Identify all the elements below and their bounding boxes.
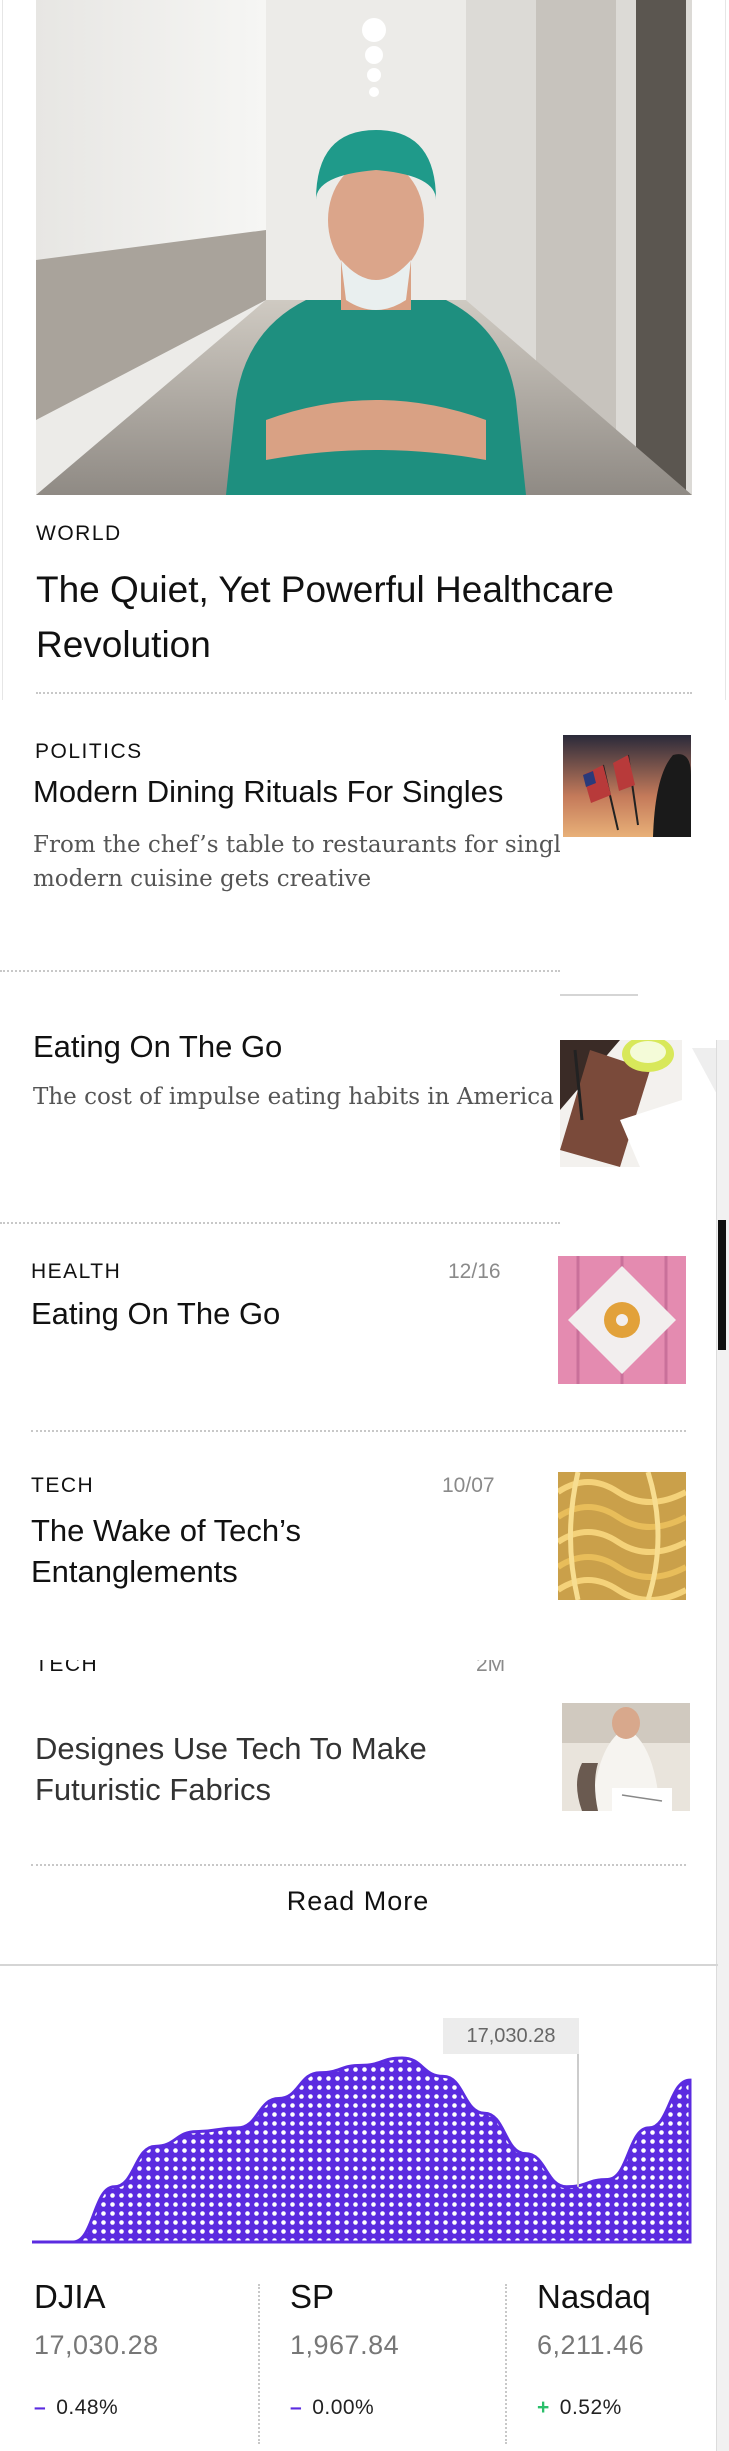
stat-name: SP — [290, 2278, 335, 2315]
article-thumbnail — [560, 1040, 682, 1167]
stat-value: 17,030.28 — [34, 2330, 159, 2360]
plus-icon: + — [537, 2396, 550, 2419]
fork-and-plate-icon — [560, 1040, 682, 1167]
article-description: From the chef’s table to restaurants for… — [33, 828, 560, 896]
hero-title-line1: The Quiet, Yet Powerful Healthcare — [36, 569, 614, 610]
stat-name: DJIA — [34, 2278, 106, 2315]
article-title: Eating On The Go — [31, 1296, 281, 1331]
stat-divider — [505, 2284, 507, 2444]
stat-djia[interactable]: DJIA 17,030.28 –0.48% — [34, 2246, 254, 2446]
page-edge-marker — [718, 1220, 726, 1350]
article-title-line2: Entanglements — [31, 1554, 238, 1589]
hero-category: WORLD — [36, 522, 122, 545]
divider — [36, 692, 692, 694]
minus-icon: – — [290, 2396, 303, 2419]
list-item[interactable]: Eating On The Go The cost of impulse eat… — [0, 972, 729, 1224]
read-more-button[interactable]: Read More — [0, 1886, 716, 1917]
stat-divider — [258, 2284, 260, 2444]
list-item[interactable]: TECH 2M Designes Use Tech To Make Futuri… — [0, 1660, 716, 1866]
hero-title[interactable]: The Quiet, Yet Powerful Healthcare Revol… — [36, 562, 614, 672]
article-description-line1: From the chef’s table to restaurants for… — [33, 832, 560, 858]
stat-change: –0.00% — [290, 2396, 374, 2420]
hero-image[interactable] — [36, 0, 692, 495]
article-thumbnail — [558, 1472, 686, 1600]
article-title-line1: The Wake of Tech’s — [31, 1513, 301, 1548]
market-stats: DJIA 17,030.28 –0.48% SP 1,967.84 –0.00%… — [0, 2246, 716, 2451]
article-title: Eating On The Go — [33, 1029, 283, 1064]
flags-at-sunset-icon — [563, 735, 691, 837]
stat-nasdaq[interactable]: Nasdaq 6,211.46 +0.52% — [537, 2246, 712, 2446]
stat-change: +0.52% — [537, 2396, 622, 2420]
stat-name: Nasdaq — [537, 2278, 651, 2315]
list-item[interactable]: HEALTH 12/16 Eating On The Go — [0, 1224, 716, 1432]
article-title-line2: Futuristic Fabrics — [35, 1772, 271, 1807]
donut-icon — [558, 1256, 686, 1384]
designer-sketching-icon — [562, 1703, 690, 1811]
chart-area — [32, 2056, 692, 2244]
article-title-line1: Designes Use Tech To Make — [35, 1731, 427, 1766]
stat-change-value: 0.52% — [559, 2396, 622, 2419]
market-area-chart — [32, 2054, 692, 2244]
pasta-icon — [558, 1472, 686, 1600]
article-description-line2: modern cuisine gets creative — [33, 866, 372, 892]
article-thumbnail — [558, 1256, 686, 1384]
article-title: Modern Dining Rituals For Singles — [33, 774, 504, 809]
article-category: TECH — [31, 1474, 95, 1497]
stat-change-value: 0.48% — [56, 2396, 119, 2419]
article-thumbnail — [562, 1703, 690, 1811]
stat-value: 1,967.84 — [290, 2330, 400, 2360]
article-description: The cost of impulse eating habits in Ame… — [33, 1084, 554, 1110]
chart-tooltip: 17,030.28 — [443, 2018, 579, 2054]
article-title: Designes Use Tech To Make Futuristic Fab… — [35, 1728, 427, 1810]
nurse-in-hallway-photo — [36, 0, 692, 495]
stat-change-value: 0.00% — [312, 2396, 375, 2419]
article-category: TECH — [35, 1660, 99, 1676]
list-item[interactable]: POLITICS Modern Dining Rituals For Singl… — [0, 700, 729, 996]
stat-sp[interactable]: SP 1,967.84 –0.00% — [290, 2246, 500, 2446]
article-date: 10/07 — [442, 1474, 495, 1497]
stat-value: 6,211.46 — [537, 2330, 645, 2360]
stat-change: –0.48% — [34, 2396, 118, 2420]
article-category: POLITICS — [35, 740, 143, 763]
article-date: 2M — [476, 1660, 506, 1676]
market-chart[interactable]: 17,030.28 — [0, 1966, 716, 2246]
hero-title-line2: Revolution — [36, 624, 211, 665]
minus-icon: – — [34, 2396, 47, 2419]
list-item[interactable]: TECH 10/07 The Wake of Tech’s Entangleme… — [0, 1430, 716, 1660]
article-title: The Wake of Tech’s Entanglements — [31, 1510, 301, 1592]
article-date: 12/16 — [448, 1260, 501, 1283]
article-thumbnail — [563, 735, 691, 837]
divider — [31, 1864, 686, 1866]
article-category: HEALTH — [31, 1260, 122, 1283]
